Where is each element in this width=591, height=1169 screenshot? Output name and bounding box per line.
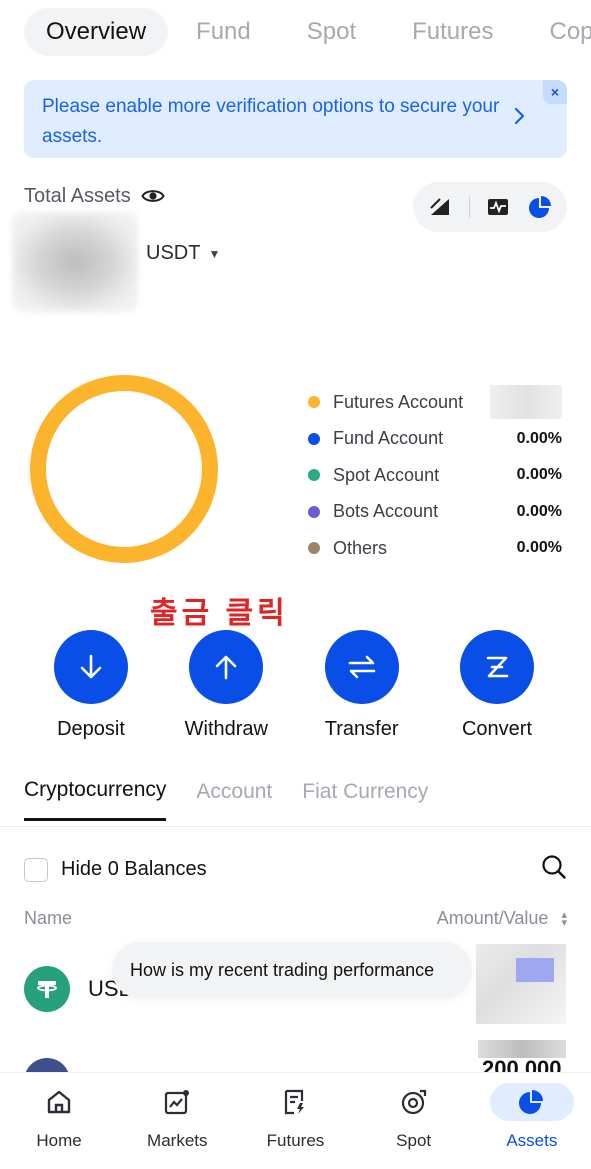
legend-dot	[308, 432, 320, 445]
total-assets-label: Total Assets	[24, 184, 165, 208]
nav-assets[interactable]: Assets	[482, 1083, 582, 1151]
legend-dot	[308, 396, 320, 409]
caret-down-icon: ▼	[208, 246, 221, 261]
legend-dot	[308, 505, 320, 518]
search-icon[interactable]	[541, 854, 567, 885]
top-tabs: Overview Fund Spot Futures Cop	[24, 8, 591, 56]
assets-pie-icon	[489, 1083, 574, 1121]
tab-futures[interactable]: Futures	[412, 18, 493, 46]
legend-row-spot: Spot Account 0.00%	[308, 457, 562, 494]
verification-banner[interactable]: Please enable more verification options …	[24, 80, 567, 158]
nav-spot[interactable]: Spot	[364, 1083, 464, 1151]
legend-row-fund: Fund Account 0.00%	[308, 421, 562, 458]
list-header: Name Amount/Value ▴ ▾	[24, 908, 567, 929]
eye-icon[interactable]	[141, 184, 165, 208]
home-icon	[17, 1083, 101, 1121]
asset-sub-tabs: Cryptocurrency Account Fiat Currency	[24, 778, 458, 821]
tab-overview[interactable]: Overview	[24, 8, 169, 56]
futures-icon	[253, 1083, 337, 1121]
transfer-button[interactable]: Transfer	[295, 630, 429, 741]
tab-fund[interactable]: Fund	[196, 18, 251, 46]
tab-fiat-currency[interactable]: Fiat Currency	[302, 780, 428, 820]
annotation-text: 출금 클릭	[150, 597, 289, 630]
tab-copy[interactable]: Cop	[549, 18, 591, 46]
chart-view-toggle	[413, 182, 567, 232]
spot-icon	[372, 1083, 456, 1121]
column-name: Name	[24, 908, 73, 928]
divider	[0, 826, 591, 827]
nav-futures[interactable]: Futures	[245, 1083, 345, 1151]
deposit-button[interactable]: Deposit	[24, 630, 158, 741]
legend-dot	[308, 469, 320, 482]
trend-chart-icon[interactable]	[485, 194, 511, 220]
withdraw-button[interactable]: Withdraw	[159, 630, 293, 741]
swap-icon	[324, 630, 399, 704]
close-icon[interactable]: ×	[543, 80, 567, 104]
column-amount-value[interactable]: Amount/Value ▴ ▾	[437, 908, 567, 929]
hide-zero-checkbox[interactable]	[24, 857, 48, 882]
legend-value-blurred	[490, 385, 562, 420]
divider	[468, 196, 470, 218]
convert-button[interactable]: Convert	[430, 630, 564, 741]
tether-icon	[24, 966, 70, 1012]
legend-dot	[308, 542, 320, 555]
legend-row-others: Others 0.00%	[308, 530, 562, 567]
legend-row-bots: Bots Account 0.00%	[308, 494, 562, 531]
sort-icon: ▴ ▾	[561, 909, 567, 930]
hide-zero-row: Hide 0 Balances	[24, 854, 567, 885]
pie-chart-icon[interactable]	[527, 194, 553, 220]
chevron-right-icon	[513, 106, 527, 132]
currency-selector[interactable]: USDT ▼	[146, 242, 220, 265]
tab-spot[interactable]: Spot	[307, 18, 356, 46]
bottom-navigation: Home Markets Futures Spot Assets	[0, 1072, 591, 1169]
arrow-down-icon	[54, 630, 128, 704]
action-buttons: Deposit Withdraw Transfer Convert	[24, 630, 564, 741]
coin-amount-blurred	[516, 958, 554, 982]
pnl-chart-icon[interactable]	[427, 194, 453, 220]
arrow-up-icon	[189, 630, 264, 704]
hide-zero-label: Hide 0 Balances	[61, 858, 207, 880]
tab-cryptocurrency[interactable]: Cryptocurrency	[24, 778, 167, 821]
allocation-legend: Futures Account Fund Account 0.00% Spot …	[308, 384, 562, 567]
coin-amount-blurred	[476, 944, 566, 1024]
nav-markets[interactable]: Markets	[127, 1083, 227, 1151]
convert-icon	[459, 630, 534, 704]
banner-text: Please enable more verification options …	[42, 96, 500, 147]
ai-suggestion-bubble[interactable]: How is my recent trading performance	[112, 942, 472, 998]
donut-ring	[30, 375, 218, 563]
total-amount-blurred	[12, 212, 138, 312]
legend-row-futures: Futures Account	[308, 384, 562, 421]
allocation-donut-chart	[28, 373, 220, 565]
tab-account[interactable]: Account	[196, 780, 272, 820]
nav-home[interactable]: Home	[9, 1083, 109, 1151]
markets-icon	[135, 1083, 219, 1121]
